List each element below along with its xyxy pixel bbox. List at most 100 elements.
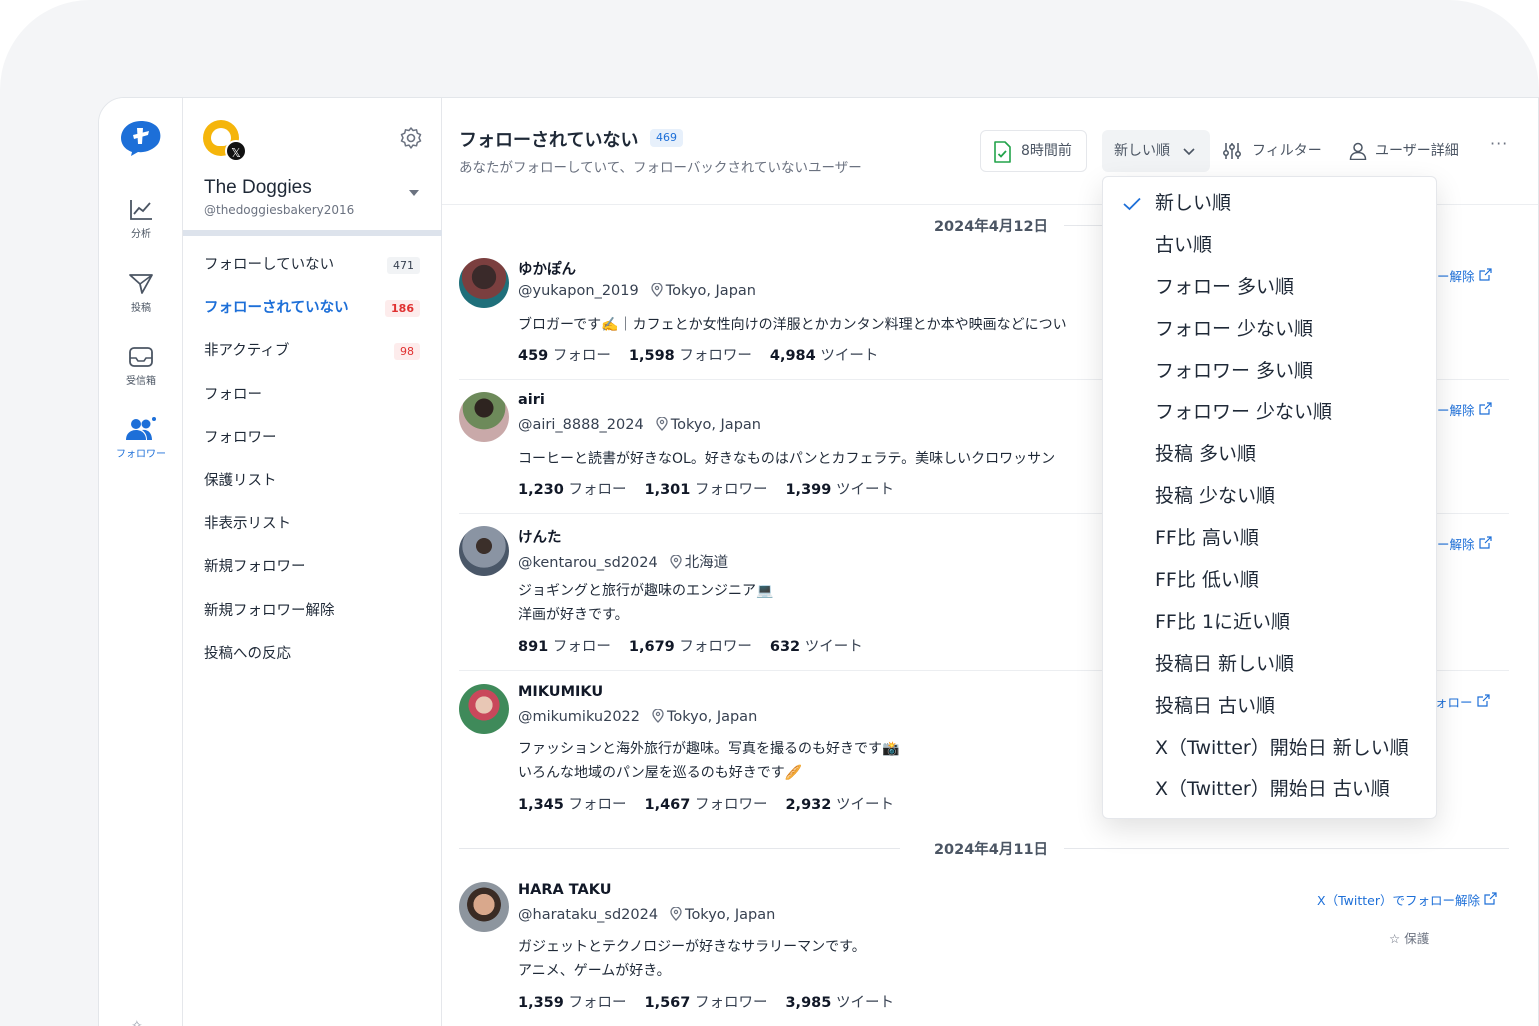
- user-bio: ガジェットとテクノロジーが好きなサラリーマンです。: [518, 939, 866, 955]
- sort-option-x-start-oldest[interactable]: X（Twitter）開始日 古い順: [1103, 769, 1436, 811]
- sort-option-ff-ratio-high[interactable]: FF比 高い順: [1103, 518, 1436, 560]
- following-label: フォロー: [552, 348, 611, 364]
- sort-dropdown-button[interactable]: 新しい順: [1102, 130, 1210, 172]
- avatar[interactable]: [459, 258, 509, 308]
- user-handle-location: @kentarou_sd2024 北海道: [518, 551, 728, 572]
- sidebar-item-hidden-list[interactable]: 非表示リスト: [183, 507, 442, 550]
- user-bio: 洋画が好きです。: [518, 607, 629, 623]
- sort-option-following-most[interactable]: フォロー 多い順: [1103, 267, 1436, 309]
- sort-option-label: 投稿 少ない順: [1155, 485, 1276, 508]
- user-handle: @yukapon_2019: [518, 283, 639, 299]
- sort-dropdown-menu: 新しい順 古い順 フォロー 多い順 フォロー 少ない順 フォロワー 多い順 フォ…: [1102, 176, 1437, 819]
- rail-item-inbox[interactable]: 受信箱: [99, 345, 183, 387]
- sidebar-item-label: フォロー: [204, 386, 262, 403]
- sort-option-ff-ratio-low[interactable]: FF比 低い順: [1103, 560, 1436, 602]
- user-location: Tokyo, Japan: [667, 709, 758, 725]
- unfollow-link[interactable]: ー解除: [1437, 266, 1492, 285]
- page-title: フォローされていない: [459, 130, 639, 151]
- sort-option-label: 投稿日 古い順: [1155, 694, 1276, 717]
- user-handle: @airi_8888_2024: [518, 417, 644, 433]
- sort-option-x-start-newest[interactable]: X（Twitter）開始日 新しい順: [1103, 728, 1436, 770]
- sort-option-label: フォロー 多い順: [1155, 275, 1295, 298]
- tweets-label: ツイート: [820, 348, 879, 364]
- user-row[interactable]: HARA TAKU @harataku_sd2024 Tokyo, Japan ガ…: [459, 882, 1509, 1022]
- rail-item-analytics[interactable]: 分析: [99, 198, 183, 240]
- external-link-icon: [1478, 536, 1492, 549]
- user-name[interactable]: ゆかぽん: [518, 258, 576, 279]
- user-bio: ジョギングと旅行が趣味のエンジニア💻: [518, 583, 774, 599]
- user-detail-button[interactable]: ユーザー詳細: [1349, 130, 1459, 172]
- sort-option-ff-ratio-near-one[interactable]: FF比 1に近い順: [1103, 602, 1436, 644]
- count-badge: 471: [387, 257, 420, 274]
- avatar[interactable]: [459, 684, 509, 734]
- sort-options-list: 新しい順 古い順 フォロー 多い順 フォロー 少ない順 フォロワー 多い順 フォ…: [1103, 177, 1436, 811]
- sidebar-item-protected-list[interactable]: 保護リスト: [183, 464, 442, 507]
- sort-option-label: FF比 高い順: [1155, 527, 1259, 550]
- unfollow-link[interactable]: X（Twitter）でフォロー解除: [1317, 890, 1497, 909]
- unfollow-link[interactable]: ー解除: [1437, 400, 1492, 419]
- user-name[interactable]: MIKUMIKU: [518, 684, 603, 700]
- tweets-label: ツイート: [804, 639, 863, 655]
- sidebar-item-not-followed-back[interactable]: フォローされていない 186: [183, 291, 442, 334]
- sort-option-followers-most[interactable]: フォロワー 多い順: [1103, 351, 1436, 393]
- sort-option-following-least[interactable]: フォロー 少ない順: [1103, 309, 1436, 351]
- user-location: Tokyo, Japan: [670, 417, 761, 433]
- user-name[interactable]: airi: [518, 392, 545, 408]
- sort-option-post-date-newest[interactable]: 投稿日 新しい順: [1103, 644, 1436, 686]
- avatar[interactable]: [459, 392, 509, 442]
- sort-option-label: フォロワー 多い順: [1155, 359, 1314, 382]
- unfollow-label: ー解除: [1437, 269, 1475, 284]
- sidebar-item-inactive[interactable]: 非アクティブ 98: [183, 334, 442, 377]
- protect-button[interactable]: ☆ 保護: [1389, 928, 1429, 947]
- user-handle-location: @harataku_sd2024 Tokyo, Japan: [518, 907, 775, 923]
- user-name[interactable]: けんた: [518, 526, 562, 547]
- sidebar-item-following[interactable]: フォロー: [183, 378, 442, 421]
- sort-option-posts-most[interactable]: 投稿 多い順: [1103, 434, 1436, 476]
- tweets-count: 1,399: [785, 482, 832, 498]
- sidebar-item-label: フォローしていない: [204, 257, 335, 273]
- following-label: フォロー: [552, 639, 611, 655]
- sort-option-posts-least[interactable]: 投稿 少ない順: [1103, 476, 1436, 518]
- followers-count: 1,598: [628, 348, 675, 364]
- sidebar-item-not-following[interactable]: フォローしていない 471: [183, 248, 442, 291]
- avatar[interactable]: [459, 882, 509, 932]
- rail-item-followers[interactable]: フォロワー: [99, 416, 183, 460]
- filter-button[interactable]: フィルター: [1222, 130, 1322, 172]
- sort-option-post-date-oldest[interactable]: 投稿日 古い順: [1103, 686, 1436, 728]
- user-handle: @mikumiku2022: [518, 709, 640, 725]
- following-label: フォロー: [568, 797, 627, 813]
- app-logo-icon[interactable]: [119, 118, 163, 158]
- sort-option-newest[interactable]: 新しい順: [1103, 183, 1436, 225]
- user-name[interactable]: HARA TAKU: [518, 882, 612, 898]
- user-stats: 459 フォロー 1,598 フォロワー 4,984 ツイート: [518, 344, 878, 365]
- gear-icon[interactable]: [399, 126, 423, 150]
- rail-item-posts[interactable]: 投稿: [99, 272, 183, 314]
- follow-link[interactable]: ォロー: [1435, 692, 1490, 711]
- sidebar-item-new-unfollowers[interactable]: 新規フォロワー解除: [183, 594, 442, 637]
- last-sync-button[interactable]: 8時間前: [980, 130, 1087, 172]
- sidebar-item-followers[interactable]: フォロワー: [183, 421, 442, 464]
- unfollow-link[interactable]: ー解除: [1437, 534, 1492, 553]
- star-icon: ☆: [1389, 931, 1401, 946]
- sort-option-label: 古い順: [1155, 233, 1213, 256]
- sort-option-label: X（Twitter）開始日 古い順: [1155, 778, 1390, 801]
- sidebar-nav: フォローしていない 471 フォローされていない 186 非アクティブ 98 フォロー…: [183, 248, 442, 680]
- more-options-icon[interactable]: ···: [1490, 134, 1508, 153]
- sort-option-followers-least[interactable]: フォロワー 少ない順: [1103, 392, 1436, 434]
- sort-label: 新しい順: [1114, 143, 1170, 159]
- user-stats: 891 フォロー 1,679 フォロワー 632 ツイート: [518, 635, 863, 656]
- last-sync-label: 8時間前: [1021, 143, 1072, 159]
- sidebar-item-label: 非表示リスト: [204, 516, 291, 533]
- account-switcher-caret-icon[interactable]: [409, 190, 419, 196]
- sidebar-item-post-reactions[interactable]: 投稿への反応: [183, 637, 442, 680]
- avatar[interactable]: [459, 526, 509, 576]
- sort-option-label: 投稿日 新しい順: [1155, 652, 1295, 675]
- unfollow-label: ー解除: [1437, 403, 1475, 418]
- sidebar-item-new-followers[interactable]: 新規フォロワー: [183, 550, 442, 593]
- sort-option-oldest[interactable]: 古い順: [1103, 225, 1436, 267]
- sidebar: 𝕏 The Doggies @thedoggiesbakery2016 フォロー…: [183, 98, 442, 1026]
- inbox-icon: [129, 347, 153, 367]
- count-badge: 98: [394, 343, 420, 361]
- location-pin-icon: [652, 709, 664, 723]
- sparkle-icon[interactable]: ✧: [131, 1018, 143, 1026]
